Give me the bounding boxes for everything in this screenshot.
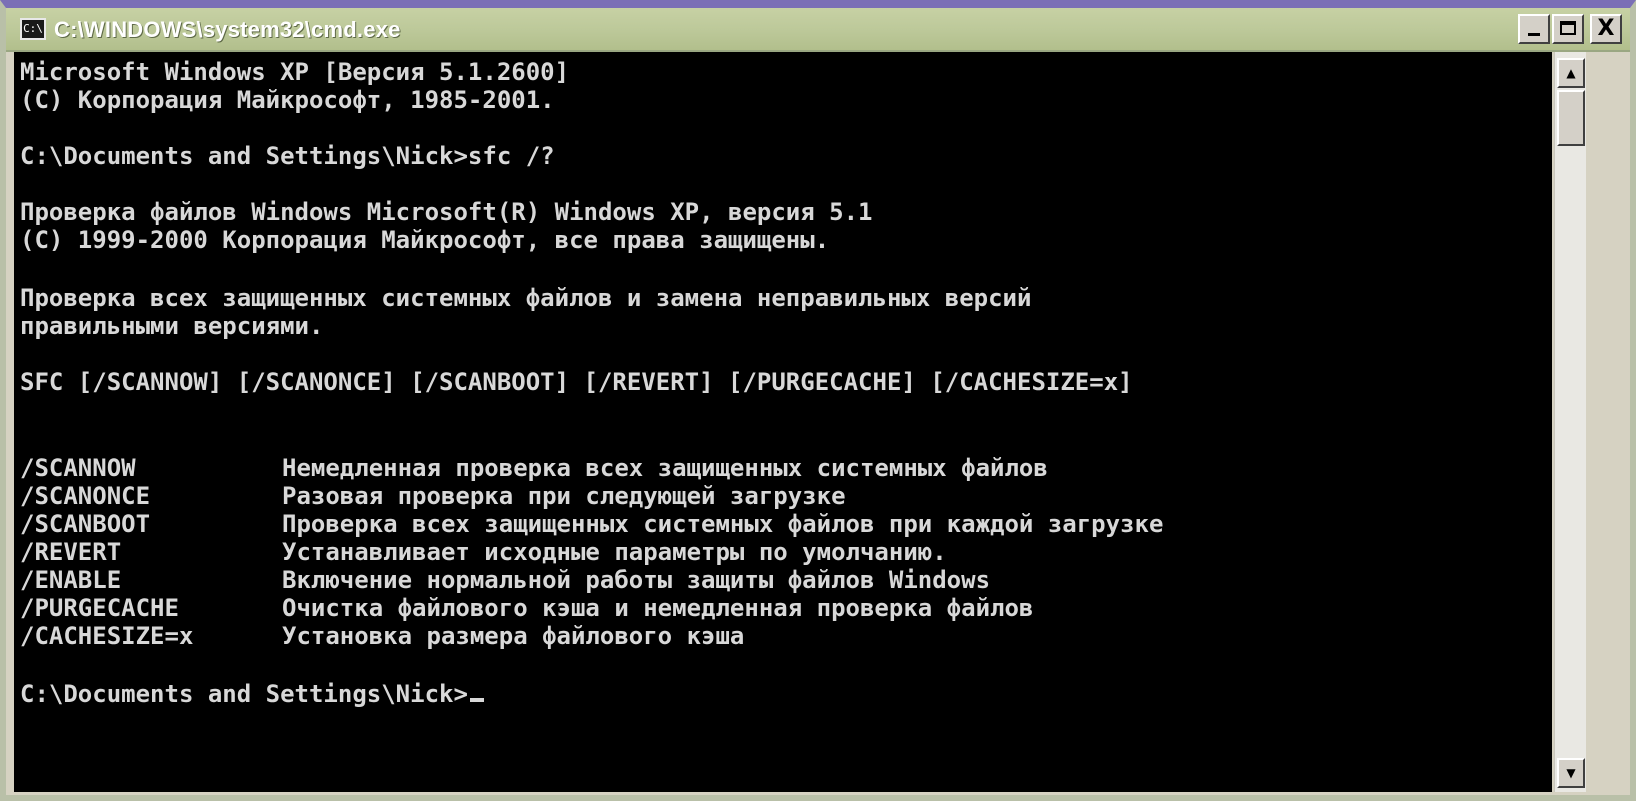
cmd-icon[interactable]: C:\ bbox=[20, 18, 46, 40]
console-output[interactable]: Microsoft Windows XP [Версия 5.1.2600] (… bbox=[14, 52, 1552, 792]
option-description: Установка размера файлового кэша bbox=[282, 622, 745, 650]
option-description: Очистка файлового кэша и немедленная про… bbox=[282, 594, 1034, 622]
console-line: (C) Корпорация Майкрософт, 1985-2001. bbox=[20, 86, 555, 114]
maximize-button[interactable] bbox=[1552, 14, 1584, 44]
option-name: /REVERT bbox=[20, 538, 122, 566]
option-description: Проверка всех защищенных системных файло… bbox=[282, 510, 1164, 538]
console-line: правильными версиями. bbox=[20, 312, 324, 340]
console-line: SFC [/SCANNOW] [/SCANONCE] [/SCANBOOT] [… bbox=[20, 368, 1133, 396]
console-line: Проверка всех защищенных системных файло… bbox=[20, 284, 1032, 312]
minimize-icon bbox=[1528, 33, 1540, 36]
console-line: C:\Documents and Settings\Nick>sfc /? bbox=[20, 142, 555, 170]
option-description: Устанавливает исходные параметры по умол… bbox=[282, 538, 947, 566]
option-description: Немедленная проверка всех защищенных сис… bbox=[282, 454, 1048, 482]
console-line: Microsoft Windows XP [Версия 5.1.2600] bbox=[20, 58, 570, 86]
text-cursor bbox=[469, 698, 484, 702]
command-prompt-line[interactable]: C:\Documents and Settings\Nick> bbox=[20, 680, 484, 708]
vertical-scrollbar[interactable]: ▲ ▼ bbox=[1554, 52, 1586, 792]
close-button[interactable]: X bbox=[1590, 14, 1622, 44]
option-name: /SCANNOW bbox=[20, 454, 136, 482]
scroll-thumb[interactable] bbox=[1557, 90, 1585, 146]
console-line: Проверка файлов Windows Microsoft(R) Win… bbox=[20, 198, 873, 226]
scroll-down-button[interactable]: ▼ bbox=[1557, 758, 1585, 788]
minimize-button[interactable] bbox=[1518, 14, 1550, 44]
close-icon: X bbox=[1597, 16, 1615, 41]
option-name: /PURGECACHE bbox=[20, 594, 179, 622]
prompt-text: C:\Documents and Settings\Nick> bbox=[20, 680, 468, 708]
option-name: /SCANONCE bbox=[20, 482, 151, 510]
console-line: (C) 1999-2000 Корпорация Майкрософт, все… bbox=[20, 226, 830, 254]
option-name: /CACHESIZE=x bbox=[20, 622, 194, 650]
maximize-icon bbox=[1560, 21, 1576, 35]
title-bar[interactable]: C:\ C:\WINDOWS\system32\cmd.exe X bbox=[6, 8, 1630, 52]
window-title: C:\WINDOWS\system32\cmd.exe bbox=[54, 17, 401, 42]
scroll-up-button[interactable]: ▲ bbox=[1557, 58, 1585, 88]
option-name: /ENABLE bbox=[20, 566, 122, 594]
scroll-down-arrow-icon: ▼ bbox=[1566, 766, 1576, 780]
option-description: Включение нормальной работы защиты файло… bbox=[282, 566, 991, 594]
scroll-up-arrow-icon: ▲ bbox=[1566, 66, 1576, 80]
option-description: Разовая проверка при следующей загрузке bbox=[282, 482, 846, 510]
option-name: /SCANBOOT bbox=[20, 510, 151, 538]
